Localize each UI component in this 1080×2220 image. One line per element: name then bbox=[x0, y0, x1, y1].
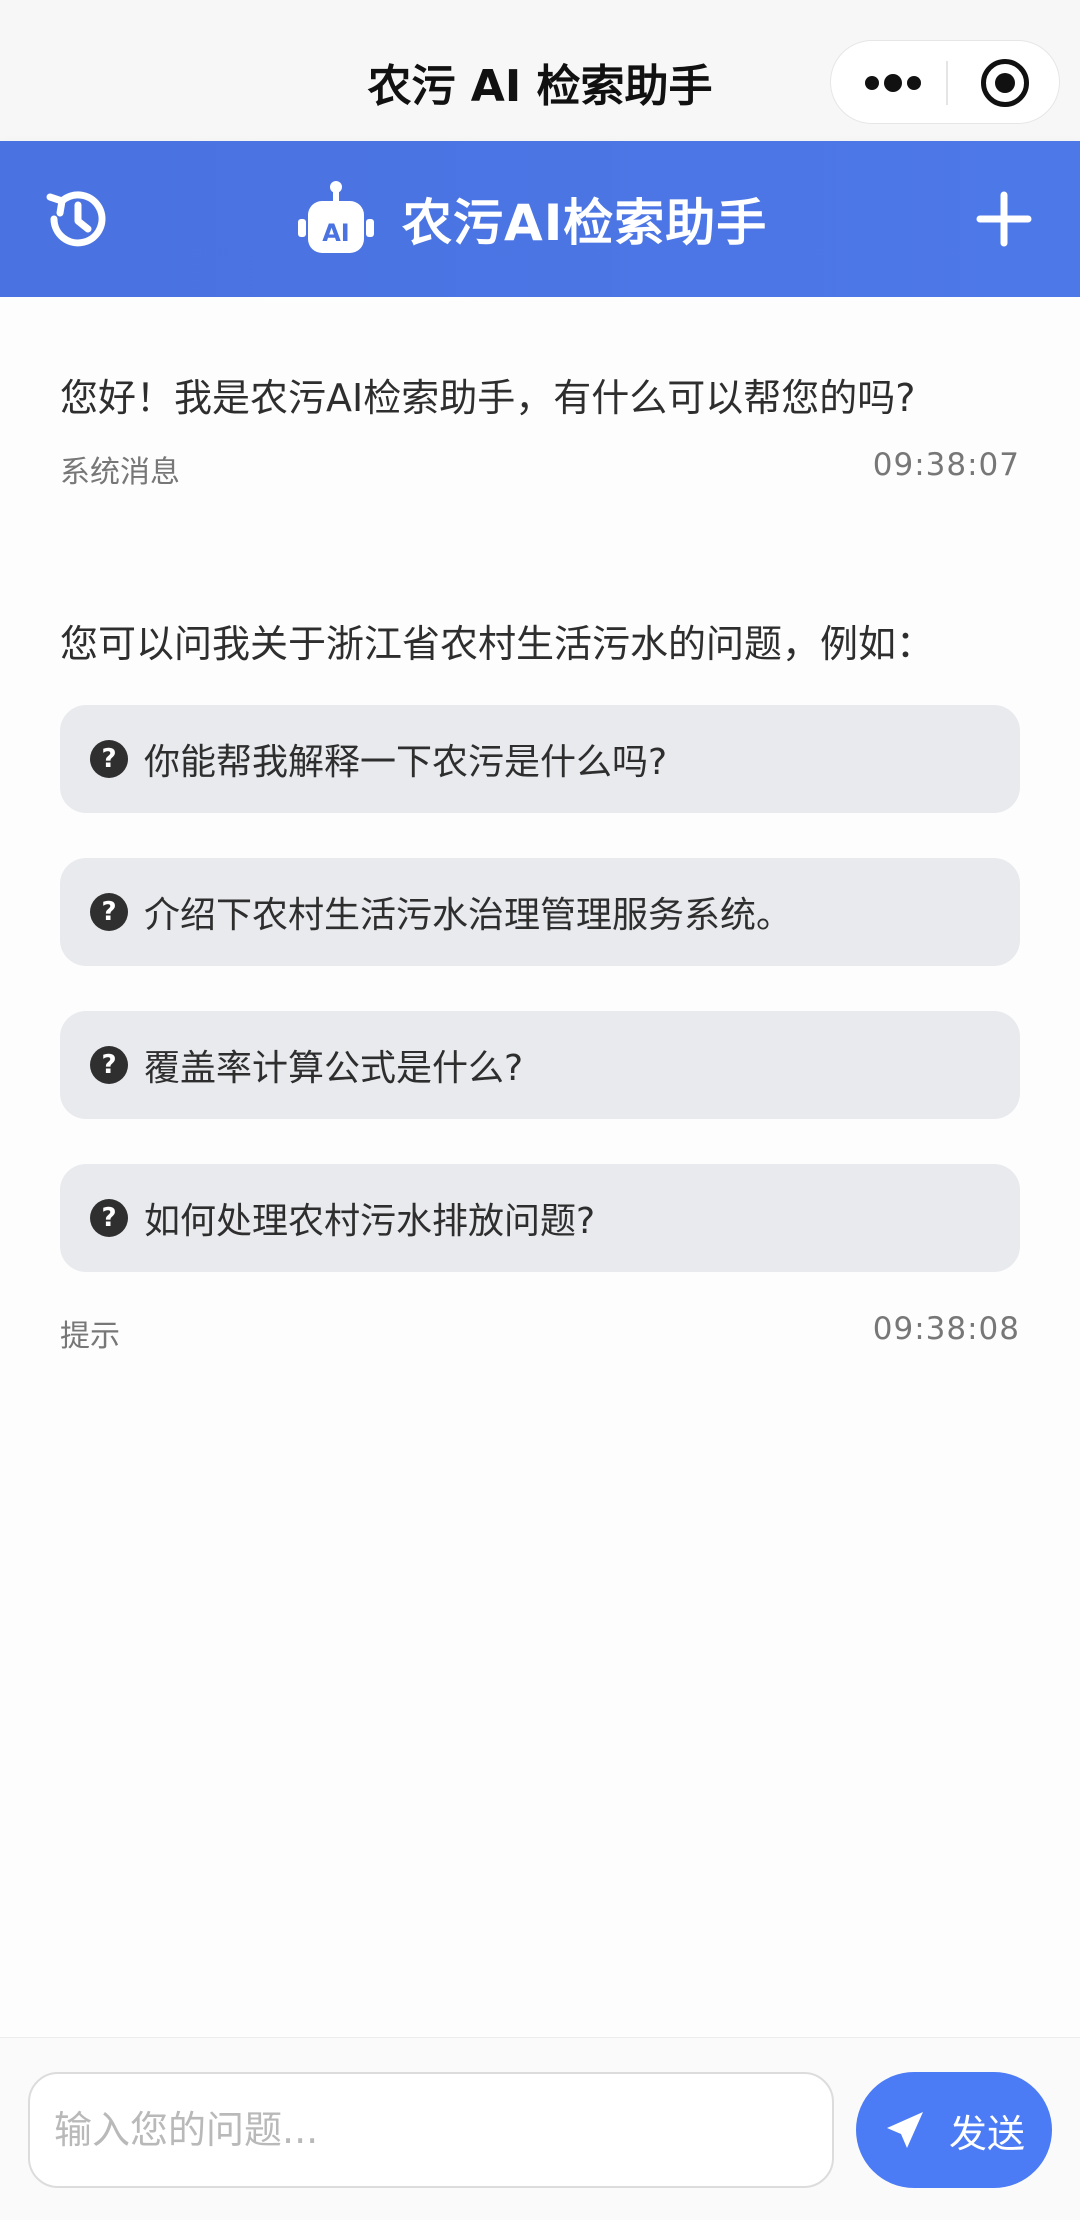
mini-program-navbar: 农污 AI 检索助手 bbox=[0, 0, 1080, 141]
capsule-divider bbox=[946, 61, 948, 105]
more-options-icon[interactable] bbox=[865, 69, 921, 97]
suggestion-chip[interactable]: ? 你能帮我解释一下农污是什么吗? bbox=[60, 705, 1020, 813]
input-bar: 发送 bbox=[0, 2037, 1080, 2220]
capsule-menu bbox=[830, 40, 1060, 124]
svg-text:AI: AI bbox=[322, 219, 350, 247]
suggestion-chip[interactable]: ? 如何处理农村污水排放问题? bbox=[60, 1164, 1020, 1272]
message-sender-label: 提示 bbox=[60, 1319, 120, 1354]
hint-intro: 您可以问我关于浙江省农村生活污水的问题，例如： bbox=[60, 622, 935, 666]
send-icon bbox=[886, 2112, 923, 2148]
suggestion-text: 如何处理农村污水排放问题? bbox=[144, 1201, 596, 1242]
suggestion-text: 介绍下农村生活污水治理管理服务系统。 bbox=[144, 895, 793, 936]
question-icon: ? bbox=[90, 1046, 128, 1084]
close-miniprogram-icon[interactable] bbox=[981, 59, 1029, 107]
robot-icon: AI bbox=[298, 181, 374, 253]
suggestion-text: 覆盖率计算公式是什么? bbox=[144, 1048, 524, 1089]
question-icon: ? bbox=[90, 1199, 128, 1237]
app-header: AI 农污AI检索助手 bbox=[0, 141, 1080, 297]
suggestion-chip[interactable]: ? 覆盖率计算公式是什么? bbox=[60, 1011, 1020, 1119]
message-timestamp: 09:38:08 bbox=[872, 1311, 1020, 1347]
suggestion-chip[interactable]: ? 介绍下农村生活污水治理管理服务系统。 bbox=[60, 858, 1020, 966]
question-icon: ? bbox=[90, 740, 128, 778]
history-icon[interactable] bbox=[40, 181, 116, 257]
chat-area[interactable]: 您好！我是农污AI检索助手，有什么可以帮您的吗? 系统消息 09:38:07 您… bbox=[0, 297, 1080, 2037]
new-chat-icon[interactable] bbox=[966, 181, 1042, 257]
message-sender-label: 系统消息 bbox=[60, 455, 180, 490]
suggestion-text: 你能帮我解释一下农污是什么吗? bbox=[144, 742, 668, 783]
question-icon: ? bbox=[90, 893, 128, 931]
greeting-message: 您好！我是农污AI检索助手，有什么可以帮您的吗? bbox=[60, 376, 916, 420]
send-button[interactable]: 发送 bbox=[856, 2072, 1052, 2188]
header-brand: AI 农污AI检索助手 bbox=[296, 177, 767, 261]
send-button-label: 发送 bbox=[948, 2111, 1025, 2156]
question-input[interactable] bbox=[28, 2072, 834, 2188]
message-timestamp: 09:38:07 bbox=[872, 447, 1020, 483]
header-title: 农污AI检索助手 bbox=[402, 194, 768, 252]
